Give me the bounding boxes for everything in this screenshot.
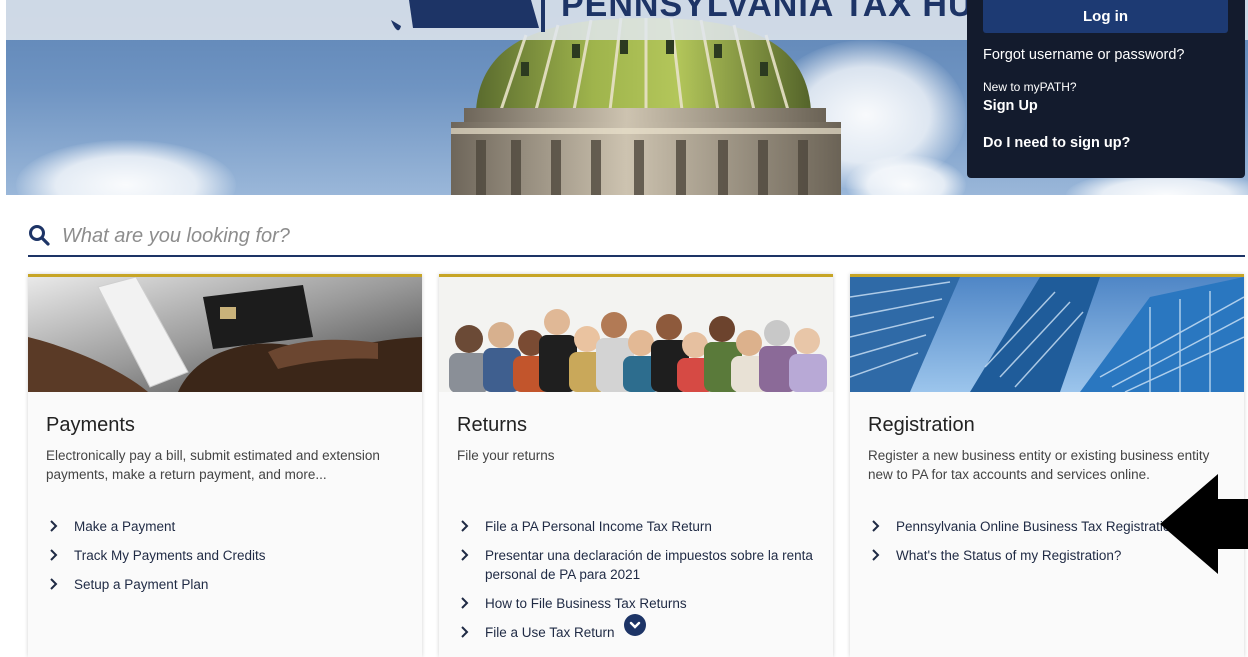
file-pit-return-link[interactable]: File a PA Personal Income Tax Return <box>457 517 827 536</box>
chevron-right-icon <box>50 520 58 532</box>
make-payment-link[interactable]: Make a Payment <box>46 517 416 536</box>
login-panel: Log in Forgot username or password? New … <box>967 0 1245 178</box>
chevron-down-icon <box>629 621 641 629</box>
make-payment-label: Make a Payment <box>74 519 176 534</box>
site-title: PENNSYLVANIA TAX HUB <box>561 0 1000 24</box>
new-user-label: New to myPATH? <box>983 80 1077 94</box>
use-tax-return-label: File a Use Tax Return <box>485 625 615 640</box>
chevron-right-icon <box>872 549 880 561</box>
payments-card-description: Electronically pay a bill, submit estima… <box>46 448 380 482</box>
spanish-pit-return-link[interactable]: Presentar una declaración de impuestos s… <box>457 546 827 584</box>
chevron-right-icon <box>461 549 469 561</box>
sign-up-link[interactable]: Sign Up <box>983 98 1038 114</box>
payments-card-title: Payments <box>46 414 135 436</box>
business-tax-returns-link[interactable]: How to File Business Tax Returns <box>457 594 827 613</box>
forgot-credentials-link[interactable]: Forgot username or password? <box>983 47 1185 63</box>
returns-card: Returns File your returns File a PA Pers… <box>439 274 833 657</box>
chevron-right-icon <box>872 520 880 532</box>
chevron-right-icon <box>461 520 469 532</box>
returns-card-image <box>439 277 833 392</box>
scroll-down-button[interactable] <box>624 614 646 636</box>
business-tax-returns-label: How to File Business Tax Returns <box>485 596 687 611</box>
need-sign-up-link[interactable]: Do I need to sign up? <box>983 135 1130 151</box>
chevron-right-icon <box>461 626 469 638</box>
business-tax-registration-label: Pennsylvania Online Business Tax Registr… <box>896 519 1178 534</box>
registration-card-image <box>850 277 1244 392</box>
returns-card-title: Returns <box>457 414 528 436</box>
payment-plan-link[interactable]: Setup a Payment Plan <box>46 575 416 594</box>
search-input[interactable] <box>62 222 962 250</box>
track-payments-link[interactable]: Track My Payments and Credits <box>46 546 416 565</box>
registration-card: Registration Register a new business ent… <box>850 274 1244 657</box>
registration-status-label: What's the Status of my Registration? <box>896 548 1122 563</box>
search-bar <box>28 218 1245 257</box>
keystone-logo-icon <box>391 0 545 32</box>
file-pit-return-label: File a PA Personal Income Tax Return <box>485 519 712 534</box>
spanish-pit-return-label: Presentar una declaración de impuestos s… <box>485 548 813 582</box>
chevron-right-icon <box>50 549 58 561</box>
pointer-arrow-icon <box>1160 474 1248 574</box>
chevron-right-icon <box>461 597 469 609</box>
payments-card: Payments Electronically pay a bill, subm… <box>28 274 422 657</box>
registration-card-title: Registration <box>868 414 975 436</box>
search-icon[interactable] <box>28 224 50 246</box>
chevron-right-icon <box>50 578 58 590</box>
track-payments-label: Track My Payments and Credits <box>74 548 266 563</box>
payments-card-image <box>28 277 422 392</box>
payments-links: Make a Payment Track My Payments and Cre… <box>46 517 416 604</box>
login-button[interactable]: Log in <box>983 0 1228 33</box>
payment-plan-label: Setup a Payment Plan <box>74 577 209 592</box>
returns-card-description: File your returns <box>457 448 555 463</box>
